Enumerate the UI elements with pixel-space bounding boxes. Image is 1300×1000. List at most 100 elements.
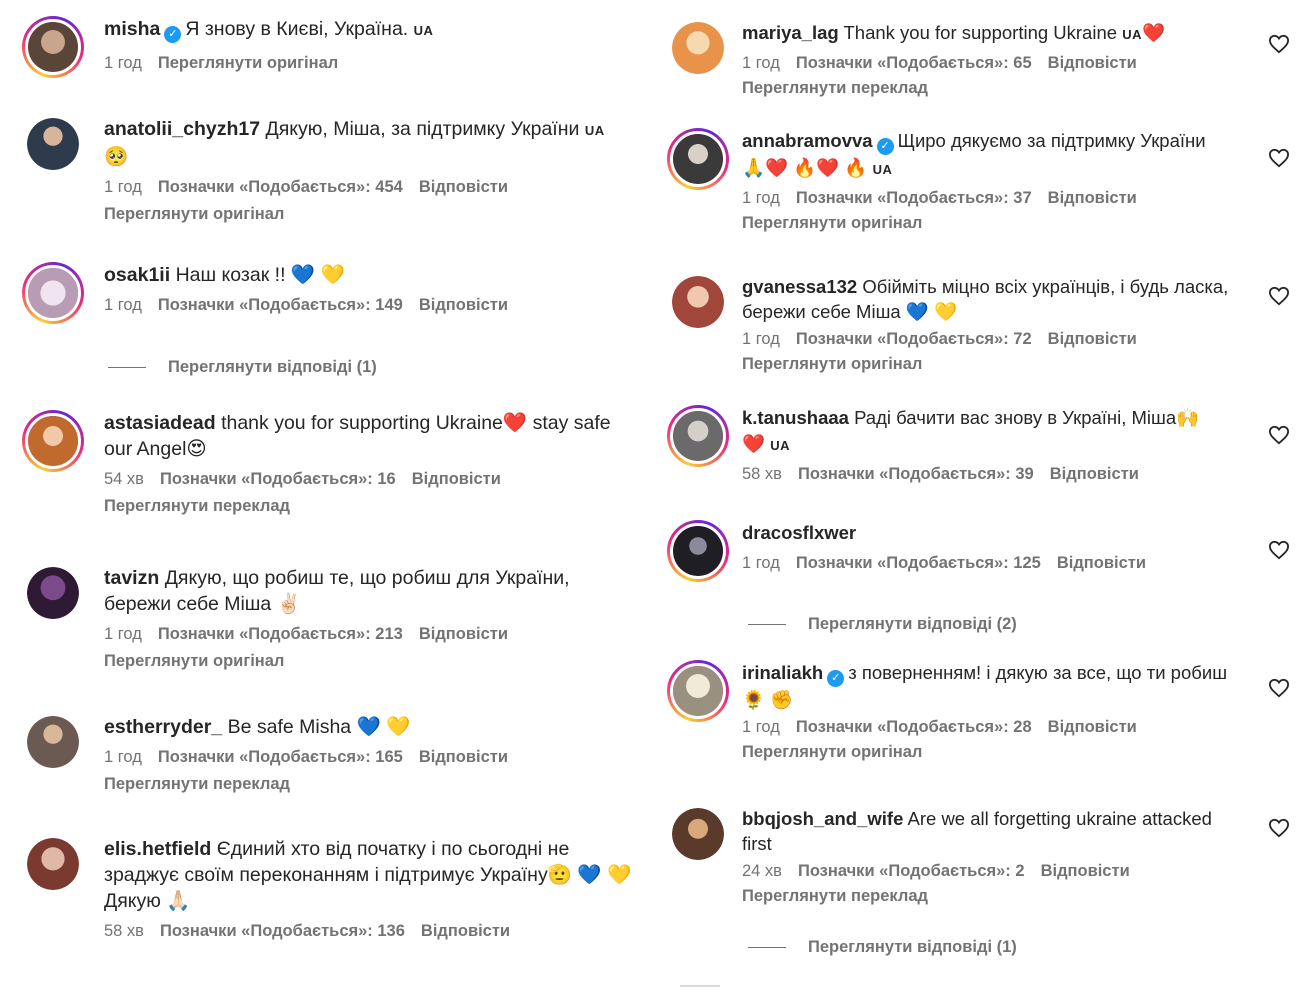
emoji-line: 🙏❤️ 🔥❤️ 🔥 [742,157,868,178]
comment: mariya_lag Thank you for supporting Ukra… [667,20,1290,110]
comment: astasiadead thank you for supporting Ukr… [22,410,642,540]
heart-emojis: 💙 💛 [356,716,411,738]
comment-username[interactable]: dracosflxwer [742,522,856,543]
see-translation-link[interactable]: Переглянути переклад [104,773,642,795]
comment-username[interactable]: annabramovva [742,130,873,151]
reply-button[interactable]: Відповісти [419,296,508,314]
avatar[interactable] [667,128,729,190]
likes-count[interactable]: Позначки «Подобається»: 454 [158,178,403,196]
like-heart-icon[interactable] [1268,148,1290,168]
comment-username[interactable]: astasiadead [104,412,216,434]
avatar[interactable] [27,567,79,619]
likes-count[interactable]: Позначки «Подобається»: 65 [796,54,1032,72]
like-heart-icon[interactable] [1268,678,1290,698]
avatar[interactable] [667,405,729,467]
divider [748,624,786,626]
likes-count[interactable]: Позначки «Подобається»: 39 [798,465,1034,483]
reply-button[interactable]: Відповісти [1050,465,1139,483]
reply-button[interactable]: Відповісти [419,748,508,766]
avatar[interactable] [672,22,724,74]
see-original-link[interactable]: Переглянути оригінал [742,212,1240,234]
see-original-link[interactable]: Переглянути оригінал [104,650,612,672]
reply-button[interactable]: Відповісти [1048,189,1137,207]
likes-count[interactable]: Позначки «Подобається»: 213 [158,625,403,643]
likes-count[interactable]: Позначки «Подобається»: 16 [160,470,396,488]
like-heart-icon[interactable] [1268,818,1290,838]
likes-count[interactable]: Позначки «Подобається»: 125 [796,554,1041,572]
comment-username[interactable]: k.tanushaaa [742,407,849,428]
comment: osak1ii Наш козак !! 💙 💛 1 год Позначки «… [22,262,642,382]
avatar[interactable] [27,716,79,768]
comment: misha ✓ Я знову в Києві, Україна. UA 1 год… [22,16,642,96]
comment-username[interactable]: elis.hetfield [104,838,211,860]
comment-time: 1 год [742,54,780,72]
ua-flag-label: UA [872,162,893,177]
likes-count[interactable]: Позначки «Подобається»: 149 [158,296,403,314]
view-replies-button[interactable]: Переглянути відповіді (1) [748,938,1017,957]
avatar[interactable] [667,660,729,722]
like-heart-icon[interactable] [1268,286,1290,306]
comment-time: 1 год [742,189,780,207]
verified-badge-icon: ✓ [827,670,845,687]
comment-time: 1 год [742,330,780,348]
reply-button[interactable]: Відповісти [1048,330,1137,348]
view-replies-button[interactable]: Переглянути відповіді (2) [748,615,1017,634]
likes-count[interactable]: Позначки «Подобається»: 2 [798,862,1025,880]
see-original-link[interactable]: Переглянути оригінал [104,203,642,225]
comment-username[interactable]: mariya_lag [742,22,839,43]
reply-button[interactable]: Відповісти [419,625,508,643]
comment-username[interactable]: anatolii_chyzh17 [104,118,260,140]
reply-button[interactable]: Відповісти [1048,718,1137,736]
avatar[interactable] [27,838,79,890]
like-heart-icon[interactable] [1268,425,1290,445]
comment-username[interactable]: misha [104,18,160,40]
likes-count[interactable]: Позначки «Подобається»: 136 [160,922,405,940]
reply-button[interactable]: Відповісти [1057,554,1146,572]
reply-button[interactable]: Відповісти [419,178,508,196]
verified-badge-icon: ✓ [164,26,182,43]
ua-flag-label: UA [413,23,434,38]
avatar[interactable] [27,118,79,170]
comment-username[interactable]: tavizn [104,567,159,589]
likes-count[interactable]: Позначки «Подобається»: 165 [158,748,403,766]
avatar[interactable] [672,808,724,860]
see-original-link[interactable]: Переглянути оригінал [742,353,1240,375]
see-original-link[interactable]: Переглянути оригінал [742,741,1240,763]
comment-username[interactable]: osak1ii [104,264,170,286]
comment-text: Раді бачити вас знову в Україні, Міша🙌 [854,407,1200,428]
see-original-link[interactable]: Переглянути оригінал [158,54,338,72]
avatar[interactable] [22,262,84,324]
view-replies-button[interactable]: Переглянути відповіді (1) [108,358,377,377]
avatar[interactable] [667,520,729,582]
avatar[interactable] [22,410,84,472]
reply-button[interactable]: Відповісти [1041,862,1130,880]
comment-text: Я знову в Києві, Україна. [185,18,409,40]
comment-text: Thank you for supporting Ukraine [843,22,1118,43]
reply-button[interactable]: Відповісти [421,922,510,940]
likes-count[interactable]: Позначки «Подобається»: 28 [796,718,1032,736]
avatar[interactable] [22,16,84,78]
see-translation-link[interactable]: Переглянути переклад [742,77,1240,99]
comment-time: 1 год [104,625,142,643]
see-translation-link[interactable]: Переглянути переклад [104,495,642,517]
comment-username[interactable]: irinaliakh [742,662,823,683]
comment-username[interactable]: gvanessa132 [742,276,857,297]
likes-count[interactable]: Позначки «Подобається»: 72 [796,330,1032,348]
divider [748,947,786,949]
comment-text: Щиро дякуємо за підтримку України [897,130,1206,151]
comment: irinaliakh ✓ з поверненням! і дякую за все… [667,660,1290,780]
comment-time: 58 хв [104,922,144,940]
comment-username[interactable]: bbqjosh_and_wife [742,808,903,829]
like-heart-icon[interactable] [1268,34,1290,54]
reply-button[interactable]: Відповісти [1048,54,1137,72]
likes-count[interactable]: Позначки «Подобається»: 37 [796,189,1032,207]
like-heart-icon[interactable] [1268,540,1290,560]
comment-text: Дякую, що робиш те, що робиш для України… [104,567,570,615]
divider [680,985,720,987]
avatar[interactable] [672,276,724,328]
see-translation-link[interactable]: Переглянути переклад [742,885,1240,907]
verified-badge-icon: ✓ [876,138,894,155]
comment-username[interactable]: estherryder_ [104,716,222,738]
reply-button[interactable]: Відповісти [412,470,501,488]
comment-time: 1 год [742,718,780,736]
